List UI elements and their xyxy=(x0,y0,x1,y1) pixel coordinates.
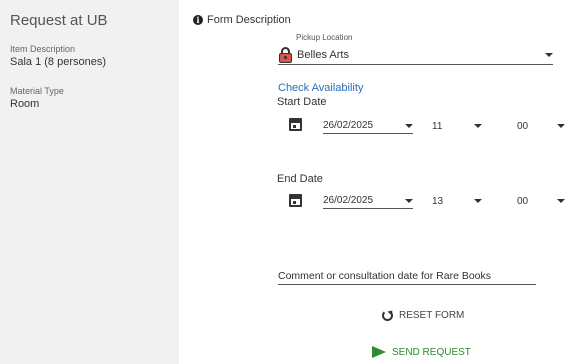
start-minute-value: 00 xyxy=(517,120,529,132)
chevron-down-icon xyxy=(545,52,553,57)
form-description: i Form Description xyxy=(193,14,291,26)
chevron-down-icon xyxy=(557,199,565,203)
end-date-select[interactable]: 26/02/2025 xyxy=(323,193,413,209)
end-date-heading: End Date xyxy=(277,173,323,185)
start-hour-select[interactable]: 11 xyxy=(432,118,482,134)
chevron-down-icon xyxy=(474,199,482,203)
chevron-down-icon xyxy=(474,124,482,128)
comment-input[interactable]: Comment or consultation date for Rare Bo… xyxy=(278,267,536,285)
check-availability-link[interactable]: Check Availability xyxy=(278,82,363,94)
info-icon: i xyxy=(193,15,203,25)
end-date-value: 26/02/2025 xyxy=(323,195,374,206)
comment-placeholder: Comment or consultation date for Rare Bo… xyxy=(278,269,492,282)
request-info-panel: Request at UB Item Description Sala 1 (8… xyxy=(0,0,179,364)
chevron-down-icon xyxy=(405,123,413,128)
panel-title: Request at UB xyxy=(10,12,108,29)
calendar-icon[interactable] xyxy=(289,194,302,207)
form-description-label: Form Description xyxy=(207,14,291,26)
end-minute-value: 00 xyxy=(517,195,529,207)
reset-form-button[interactable]: RESET FORM xyxy=(382,310,464,321)
lock-icon xyxy=(278,46,293,63)
reset-form-label: RESET FORM xyxy=(399,310,465,321)
pickup-location-value: Belles Arts xyxy=(297,48,349,61)
item-description-value: Sala 1 (8 persones) xyxy=(10,56,106,68)
material-type-label: Material Type xyxy=(10,86,64,96)
end-minute-select[interactable]: 00 xyxy=(517,193,565,209)
start-date-select[interactable]: 26/02/2025 xyxy=(323,118,413,134)
send-icon xyxy=(372,346,386,358)
calendar-icon[interactable] xyxy=(289,118,302,131)
pickup-location-select[interactable]: Belles Arts xyxy=(278,45,553,65)
send-request-label: SEND REQUEST xyxy=(392,346,471,358)
end-hour-value: 13 xyxy=(432,195,444,207)
start-minute-select[interactable]: 00 xyxy=(517,118,565,134)
chevron-down-icon xyxy=(405,198,413,203)
end-hour-select[interactable]: 13 xyxy=(432,193,482,209)
start-date-value: 26/02/2025 xyxy=(323,120,374,131)
item-description-label: Item Description xyxy=(10,44,76,54)
start-hour-value: 11 xyxy=(432,120,443,132)
refresh-icon xyxy=(382,310,393,321)
send-request-button[interactable]: SEND REQUEST xyxy=(372,346,471,358)
chevron-down-icon xyxy=(557,124,565,128)
material-type-value: Room xyxy=(10,98,40,110)
pickup-location-label: Pickup Location xyxy=(296,33,353,42)
start-date-heading: Start Date xyxy=(277,96,327,108)
